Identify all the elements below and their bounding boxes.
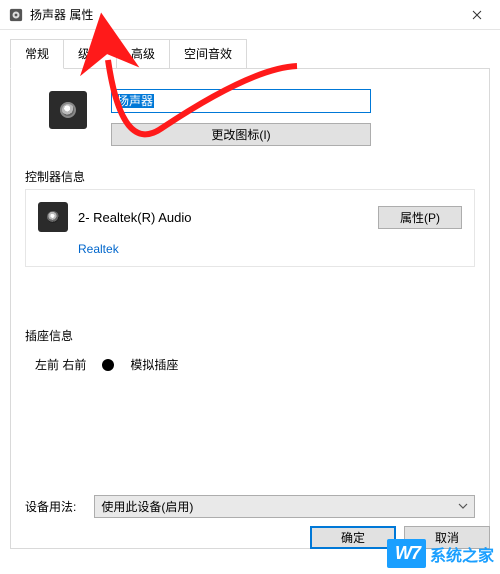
app-icon <box>8 7 24 23</box>
jack-info-row: 左前 右前 模拟插座 <box>25 348 475 375</box>
select-value: 使用此设备(启用) <box>101 498 193 515</box>
window-title: 扬声器 属性 <box>30 6 454 23</box>
controller-properties-button[interactable]: 属性(P) <box>378 206 462 229</box>
jack-color-dot <box>102 359 114 371</box>
watermark-text: 系统之家 <box>430 542 494 566</box>
watermark-badge: W7 <box>387 539 426 568</box>
tab-panel-general: 扬声器 更改图标(I) 控制器信息 2- Realtek(R) Audio 属性… <box>10 69 490 549</box>
jack-type: 模拟插座 <box>130 356 178 373</box>
tab-label: 高级 <box>131 47 155 61</box>
ok-button[interactable]: 确定 <box>310 526 396 549</box>
controller-name: 2- Realtek(R) Audio <box>78 210 191 225</box>
tab-label: 级别 <box>78 47 102 61</box>
device-name-input[interactable]: 扬声器 <box>111 89 371 113</box>
close-button[interactable] <box>454 0 500 30</box>
speaker-icon <box>49 91 87 129</box>
jack-position: 左前 右前 <box>35 356 86 373</box>
controller-group-title: 控制器信息 <box>25 168 475 185</box>
tab-general[interactable]: 常规 <box>10 39 64 69</box>
device-usage-label: 设备用法: <box>25 498 76 515</box>
button-label: 确定 <box>341 529 365 546</box>
tab-strip: 常规 级别 高级 空间音效 <box>10 38 490 68</box>
controller-icon <box>38 202 68 232</box>
titlebar: 扬声器 属性 <box>0 0 500 30</box>
tab-label: 常规 <box>25 47 49 61</box>
watermark: W7 系统之家 <box>387 539 494 568</box>
jack-group-title: 插座信息 <box>25 327 475 344</box>
tab-levels[interactable]: 级别 <box>63 39 117 69</box>
device-usage-select[interactable]: 使用此设备(启用) <box>94 495 475 518</box>
button-label: 属性(P) <box>400 209 440 226</box>
controller-group: 2- Realtek(R) Audio 属性(P) Realtek <box>25 189 475 267</box>
change-icon-button[interactable]: 更改图标(I) <box>111 123 371 146</box>
button-label: 更改图标(I) <box>211 126 270 143</box>
tab-spatial[interactable]: 空间音效 <box>169 39 247 69</box>
device-name-value: 扬声器 <box>116 94 154 108</box>
chevron-down-icon <box>458 500 468 514</box>
tab-advanced[interactable]: 高级 <box>116 39 170 69</box>
vendor-link[interactable]: Realtek <box>78 242 119 256</box>
tab-label: 空间音效 <box>184 47 232 61</box>
